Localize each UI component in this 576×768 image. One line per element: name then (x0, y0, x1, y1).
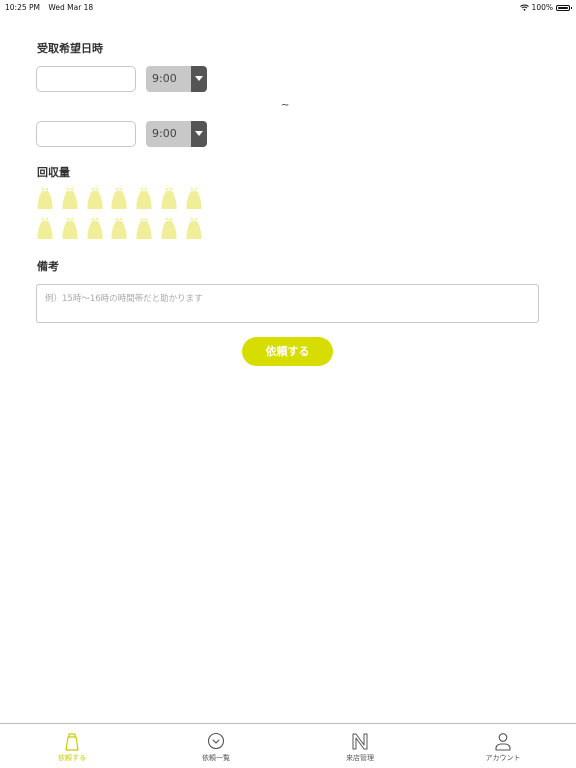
bag-icon[interactable] (86, 186, 104, 210)
caret-down-icon[interactable] (191, 121, 207, 147)
end-time-select[interactable]: 9:00 (146, 121, 207, 147)
end-time-value: 9:00 (152, 127, 177, 140)
end-date-field[interactable] (36, 121, 136, 147)
tab-bar: 依頼する 依頼一覧 来店管理 アカウント (0, 723, 576, 768)
bag-icon[interactable] (36, 216, 54, 240)
bag-icon[interactable] (160, 186, 178, 210)
status-bar: 10:25 PM Wed Mar 18 100% (0, 0, 576, 14)
status-date: Wed Mar 18 (48, 3, 94, 12)
quantity-title: 回収量 (37, 166, 70, 179)
battery-percent: 100% (531, 3, 553, 12)
battery-icon (556, 4, 572, 11)
bag-icon[interactable] (36, 186, 54, 210)
tab-account-label: アカウント (485, 754, 521, 762)
tab-request[interactable]: 依頼する (32, 724, 112, 768)
bag-icon[interactable] (86, 216, 104, 240)
quantity-bag-selector (36, 186, 210, 246)
tab-request-list-label: 依頼一覧 (202, 754, 230, 762)
bag-icon[interactable] (61, 216, 79, 240)
bag-icon[interactable] (110, 186, 128, 210)
n-logo-icon (352, 733, 368, 750)
start-date-field[interactable] (36, 66, 136, 92)
bag-icon[interactable] (185, 186, 203, 210)
tab-account[interactable]: アカウント (463, 724, 543, 768)
tab-request-label: 依頼する (58, 754, 86, 762)
tab-store-visit-label: 来店管理 (346, 754, 374, 762)
time-range-separator: ~ (281, 100, 290, 111)
memo-title: 備考 (37, 260, 59, 273)
chevron-circle-icon (207, 732, 225, 750)
pickup-title: 受取希望日時 (37, 42, 103, 55)
memo-input[interactable] (36, 284, 539, 323)
start-time-value: 9:00 (152, 72, 177, 85)
tab-store-visit[interactable]: 来店管理 (320, 724, 400, 768)
caret-down-icon[interactable] (191, 66, 207, 92)
status-time: 10:25 PM (5, 3, 40, 12)
bag-icon[interactable] (110, 216, 128, 240)
submit-request-button[interactable]: 依頼する (242, 337, 333, 366)
bag-icon[interactable] (160, 216, 178, 240)
wifi-icon (519, 4, 529, 11)
bag-icon[interactable] (135, 216, 153, 240)
person-icon (495, 733, 511, 751)
bag-icon[interactable] (185, 216, 203, 240)
tab-request-list[interactable]: 依頼一覧 (176, 724, 256, 768)
start-time-select[interactable]: 9:00 (146, 66, 207, 92)
bag-icon (65, 733, 79, 751)
bag-icon[interactable] (135, 186, 153, 210)
bag-icon[interactable] (61, 186, 79, 210)
